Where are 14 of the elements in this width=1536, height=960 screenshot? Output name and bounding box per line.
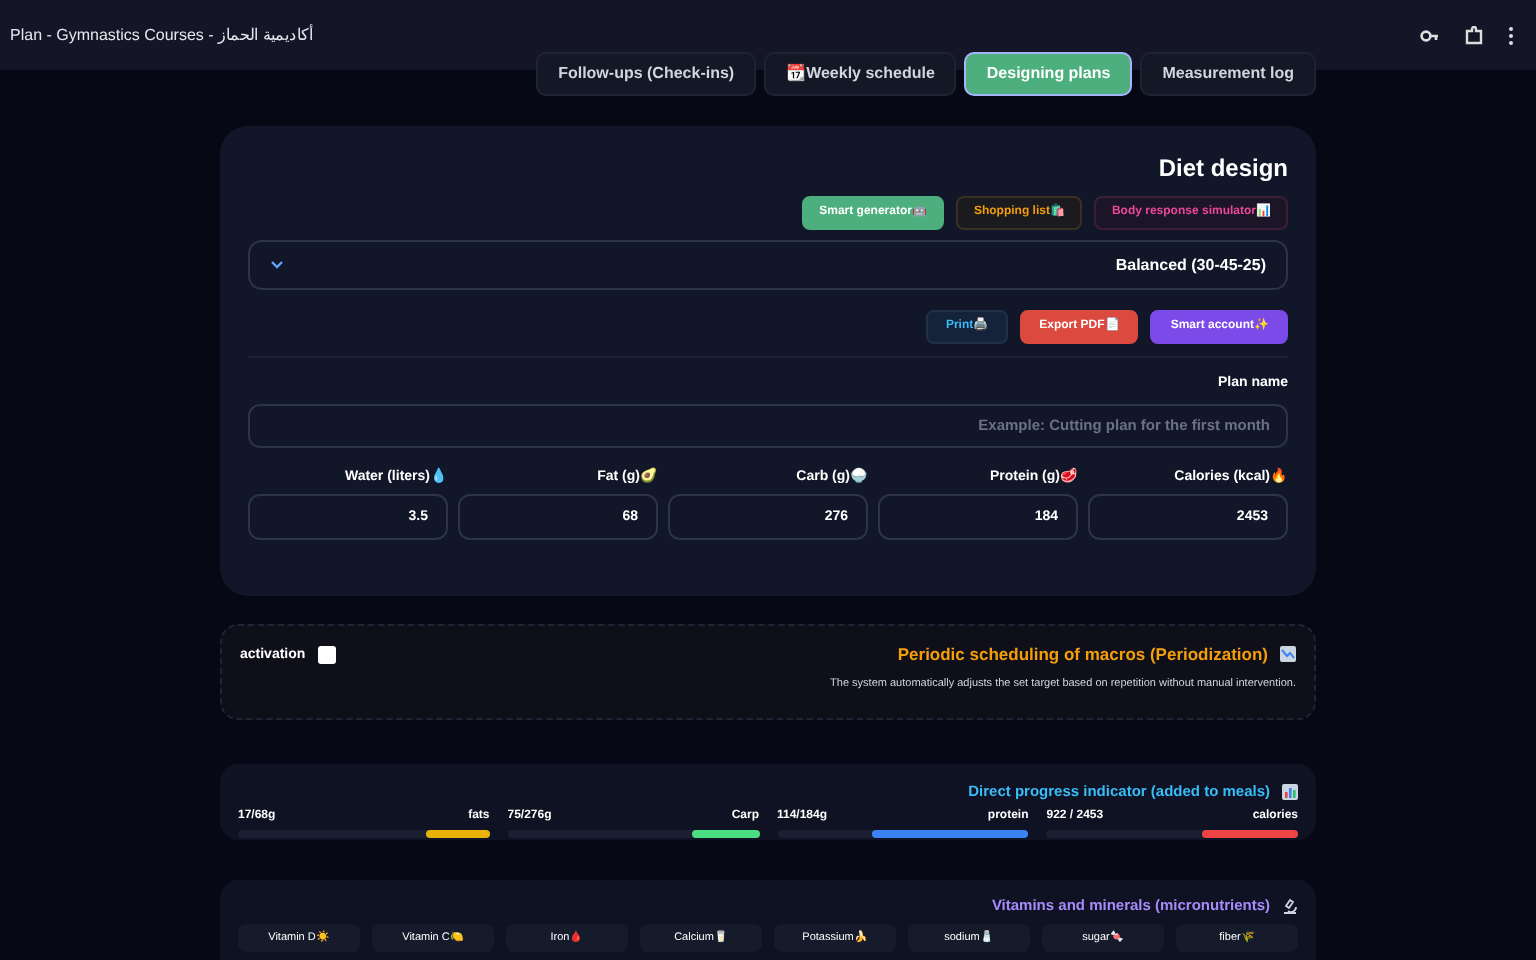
window-title: Plan - Gymnastics Courses - أكاديمية الحماز xyxy=(10,23,313,47)
more-menu-icon[interactable] xyxy=(1508,25,1514,45)
tab[interactable]: 📆Weekly schedule xyxy=(764,52,957,96)
bar-chart-icon xyxy=(1282,783,1298,800)
chart-icon xyxy=(1280,646,1296,663)
key-icon[interactable] xyxy=(1420,27,1440,43)
microscope-icon xyxy=(1282,897,1298,914)
chevron-down-icon xyxy=(270,260,284,270)
tab[interactable]: Follow-ups (Check-ins) xyxy=(536,52,757,96)
section-title: Periodic scheduling of macros (Periodization) xyxy=(897,642,1268,668)
preset-dropdown[interactable]: Balanced (30-45-25) xyxy=(248,240,1288,290)
tab[interactable]: Measurement log xyxy=(1140,52,1316,96)
activation-checkbox[interactable] xyxy=(317,646,336,664)
card-title: Diet design xyxy=(1156,152,1288,186)
